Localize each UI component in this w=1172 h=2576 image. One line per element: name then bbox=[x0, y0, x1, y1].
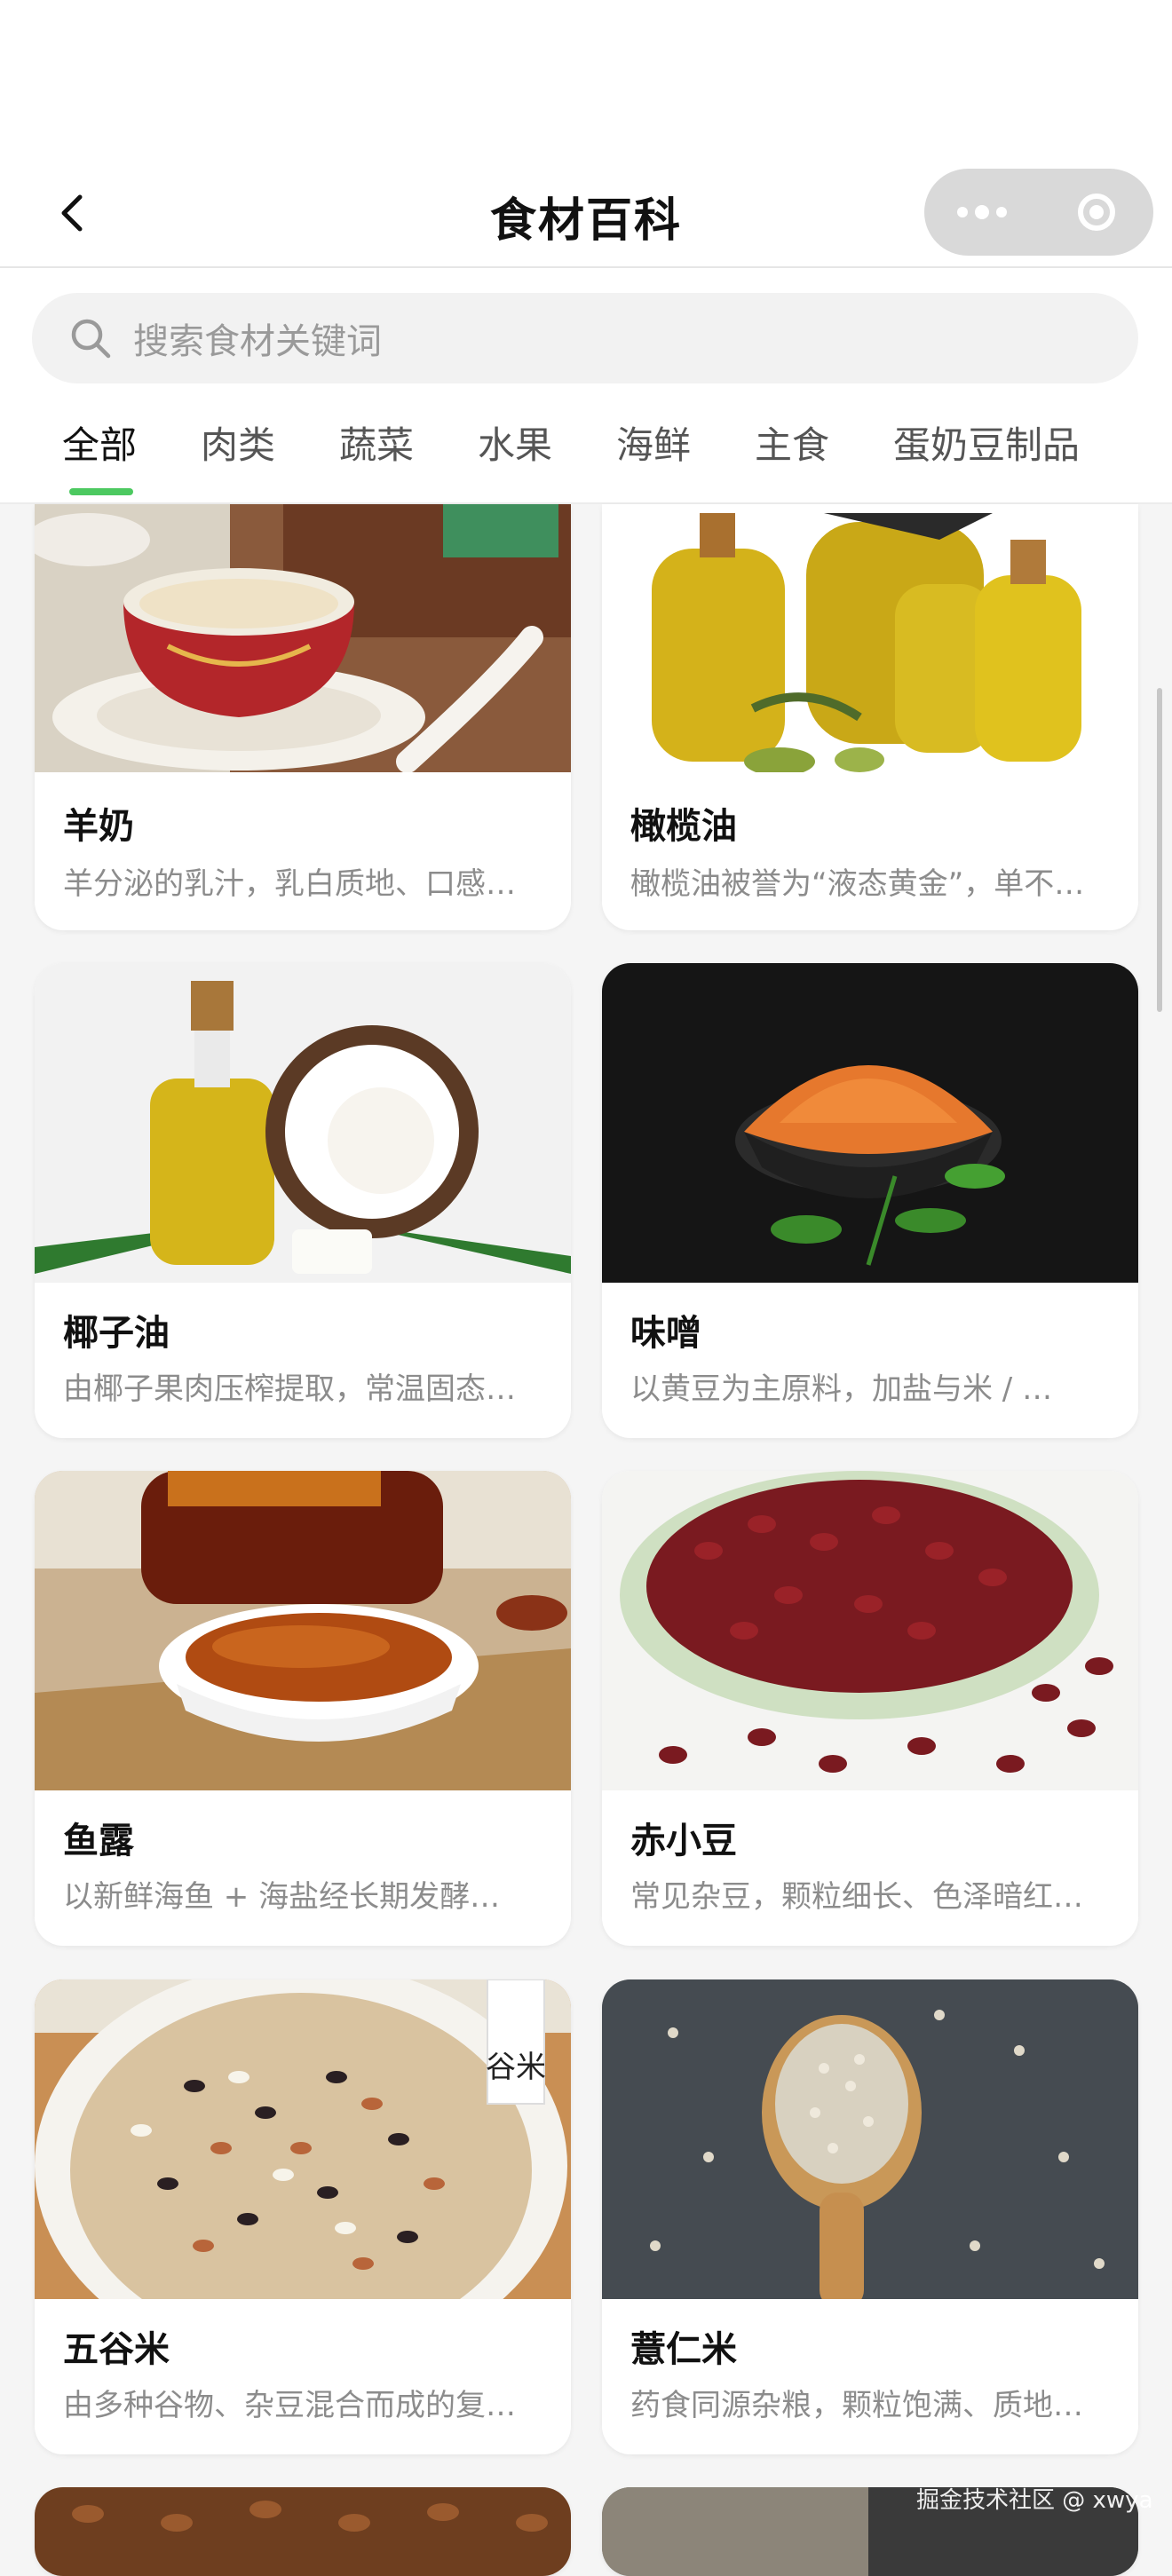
ingredient-name: 赤小豆 bbox=[630, 1821, 737, 1861]
ingredient-name: 羊奶 bbox=[63, 806, 134, 847]
ingredient-description: 以黄豆为主原料，加盐与米 / … bbox=[630, 1371, 1053, 1407]
ingredient-photo bbox=[602, 1979, 1138, 2299]
scrollbar[interactable] bbox=[1157, 688, 1162, 1012]
ingredient-name: 味噌 bbox=[630, 1313, 701, 1354]
ingredient-card[interactable]: 味噌 以黄豆为主原料，加盐与米 / … bbox=[602, 963, 1138, 1438]
ingredient-photo bbox=[35, 2487, 571, 2576]
close-mini-program-button[interactable] bbox=[1039, 169, 1153, 256]
tab-all[interactable]: 全部 bbox=[62, 415, 137, 470]
ingredient-photo bbox=[602, 1471, 1138, 1790]
status-bar bbox=[0, 0, 1172, 160]
ingredient-card[interactable]: 橄榄油 橄榄油被誉为“液态黄金”，单不… bbox=[602, 504, 1138, 930]
more-dots-icon bbox=[974, 205, 989, 219]
ingredient-name: 五谷米 bbox=[63, 2329, 170, 2370]
search-area: 搜索食材关键词 bbox=[0, 268, 1172, 389]
search-icon bbox=[71, 319, 111, 359]
ingredient-card[interactable]: 羊奶 羊分泌的乳汁，乳白质地、口感… bbox=[35, 504, 571, 930]
more-dots-icon bbox=[995, 207, 1007, 217]
ingredient-description: 橄榄油被誉为“液态黄金”，单不… bbox=[630, 866, 1085, 902]
ingredient-description: 常见杂豆，颗粒细长、色泽暗红… bbox=[630, 1879, 1083, 1915]
more-menu-button[interactable] bbox=[924, 169, 1039, 256]
search-placeholder: 搜索食材关键词 bbox=[133, 321, 382, 362]
ingredient-description: 以新鲜海鱼 + 海盐经长期发酵… bbox=[63, 1879, 501, 1915]
ingredient-card[interactable]: 椰子油 由椰子果肉压榨提取，常温固态… bbox=[35, 963, 571, 1438]
ingredient-name: 椰子油 bbox=[63, 1313, 170, 1354]
search-input[interactable]: 搜索食材关键词 bbox=[32, 293, 1138, 383]
ingredient-description: 由多种谷物、杂豆混合而成的复… bbox=[63, 2388, 516, 2423]
tab-vegetables[interactable]: 蔬菜 bbox=[339, 415, 414, 470]
tab-eggs-dairy-soy[interactable]: 蛋奶豆制品 bbox=[893, 415, 1080, 470]
ingredient-description: 由椰子果肉压榨提取，常温固态… bbox=[63, 1371, 516, 1407]
ingredient-card[interactable]: 薏仁米 药食同源杂粮，颗粒饱满、质地… bbox=[602, 1979, 1138, 2454]
ingredient-photo bbox=[602, 504, 1138, 772]
mini-program-capsule bbox=[924, 169, 1153, 256]
watermark-text: 掘金技术社区 @ xwya bbox=[916, 2487, 1153, 2514]
ingredient-photo bbox=[35, 504, 571, 772]
ingredient-photo bbox=[35, 1471, 571, 1790]
ingredient-name: 橄榄油 bbox=[630, 806, 737, 847]
tab-fruits[interactable]: 水果 bbox=[478, 415, 552, 470]
tab-staples[interactable]: 主食 bbox=[755, 415, 829, 470]
more-dots-icon bbox=[956, 207, 968, 217]
ingredient-card[interactable]: 赤小豆 常见杂豆，颗粒细长、色泽暗红… bbox=[602, 1471, 1138, 1946]
target-close-icon bbox=[1077, 194, 1115, 231]
ingredient-photo: 谷米 bbox=[35, 1979, 571, 2299]
tab-seafood[interactable]: 海鲜 bbox=[616, 415, 691, 470]
jar-label-text: 谷米 bbox=[486, 2050, 546, 2085]
ingredient-card[interactable]: 谷米 五谷米 由多种谷物、杂豆混合而成的复… bbox=[35, 1979, 571, 2454]
ingredient-name: 薏仁米 bbox=[630, 2329, 737, 2370]
nav-bar: 食材百科 bbox=[0, 160, 1172, 268]
ingredient-photo bbox=[602, 963, 1138, 1283]
ingredient-description: 药食同源杂粮，颗粒饱满、质地… bbox=[630, 2388, 1083, 2423]
active-tab-indicator bbox=[69, 488, 133, 495]
target-dot bbox=[1089, 205, 1104, 219]
ingredient-card[interactable]: 鱼露 以新鲜海鱼 + 海盐经长期发酵… bbox=[35, 1471, 571, 1946]
category-tabs: 全部 肉类 蔬菜 水果 海鲜 主食 蛋奶豆制品 bbox=[0, 389, 1172, 504]
tab-meat[interactable]: 肉类 bbox=[201, 415, 275, 470]
ingredient-card[interactable] bbox=[35, 2487, 571, 2576]
ingredient-description: 羊分泌的乳汁，乳白质地、口感… bbox=[63, 866, 516, 902]
ingredient-photo bbox=[35, 963, 571, 1283]
ingredient-name: 鱼露 bbox=[63, 1821, 134, 1861]
